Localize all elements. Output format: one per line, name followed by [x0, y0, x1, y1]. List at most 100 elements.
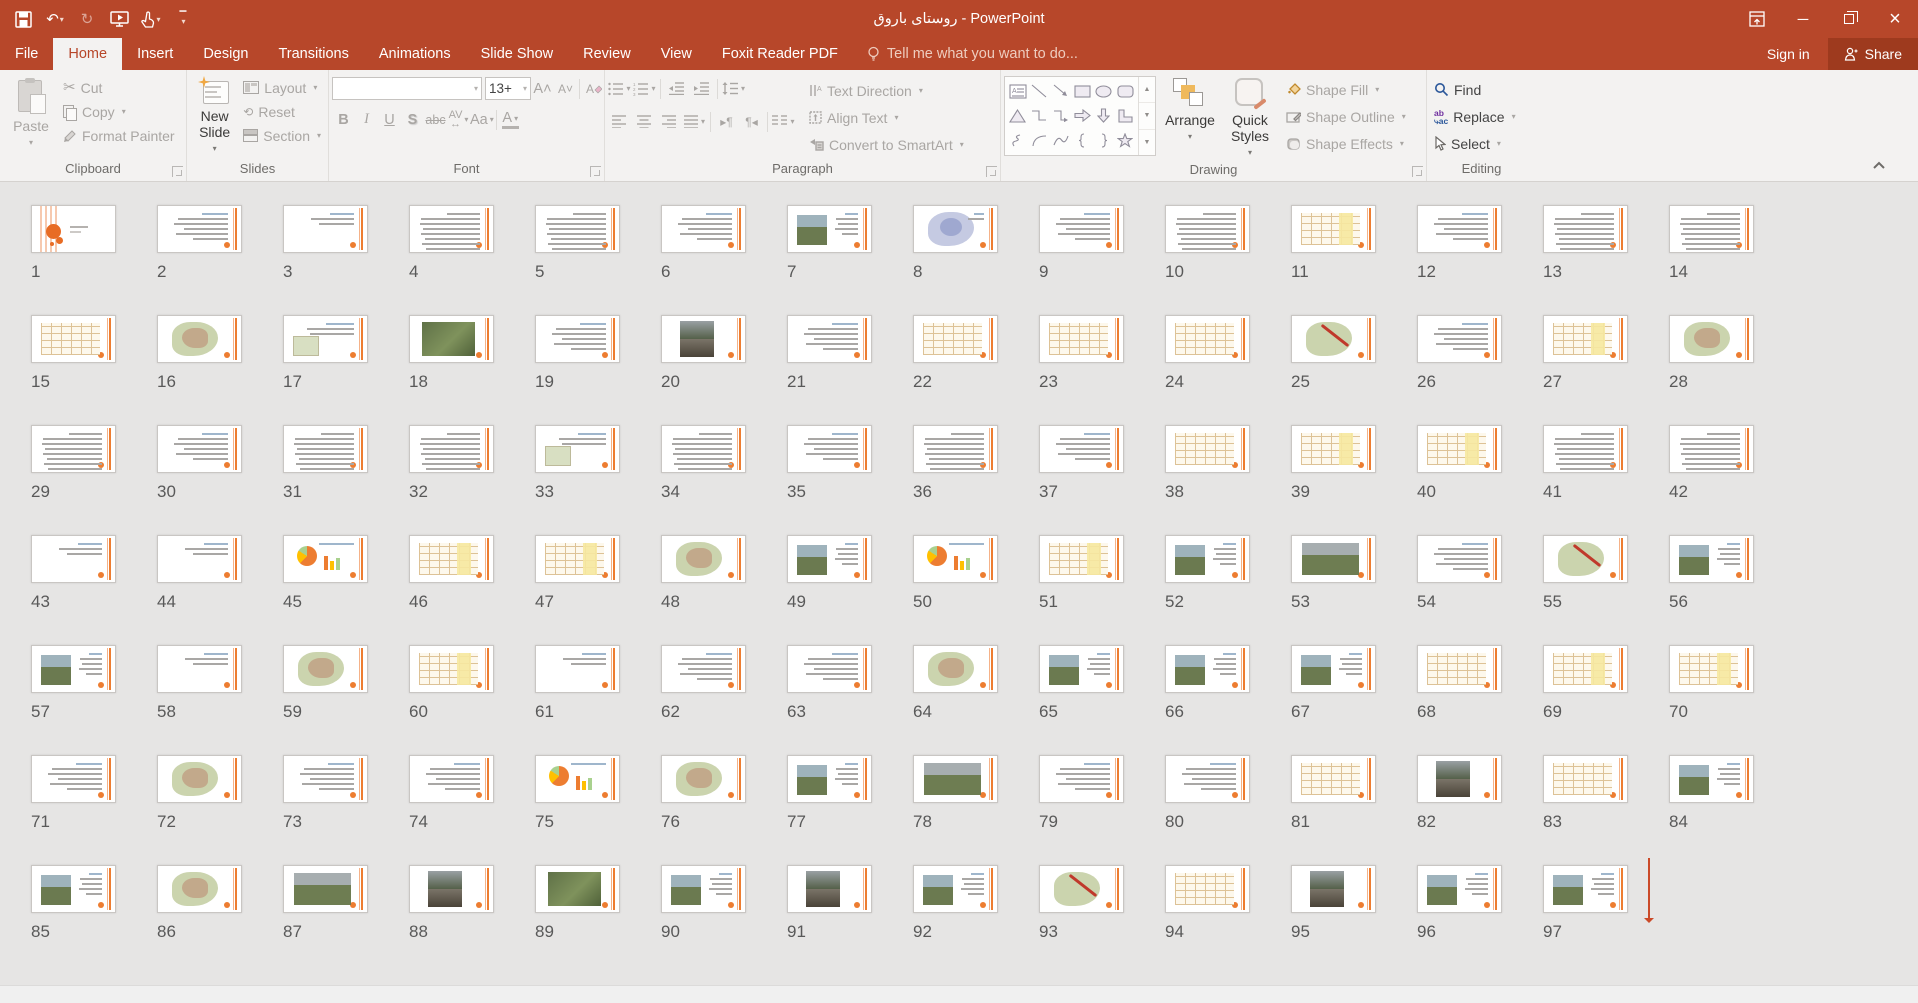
line-shape[interactable] — [1029, 82, 1049, 100]
slide-thumbnail-8[interactable] — [913, 205, 998, 253]
new-slide-button[interactable]: New Slide ▾ — [190, 74, 239, 160]
slide-thumbnail-52[interactable] — [1165, 535, 1250, 583]
slide-thumbnail-69[interactable] — [1543, 645, 1628, 693]
slide-thumbnail-65[interactable] — [1039, 645, 1124, 693]
bullets-button[interactable]: ▾ — [608, 77, 631, 100]
cut-button[interactable]: ✂Cut — [59, 76, 179, 99]
slide-thumbnail-4[interactable] — [409, 205, 494, 253]
slide-thumbnail-5[interactable] — [535, 205, 620, 253]
redo-button[interactable]: ↻ — [72, 4, 102, 34]
increase-indent-button[interactable] — [690, 77, 713, 100]
shape-effects-button[interactable]: Shape Effects▾ — [1282, 132, 1410, 155]
numbering-button[interactable]: 123▾ — [633, 77, 656, 100]
slide-thumbnail-42[interactable] — [1669, 425, 1754, 473]
slide-thumbnail-61[interactable] — [535, 645, 620, 693]
tell-me-box[interactable]: Tell me what you want to do... — [867, 38, 1078, 70]
slide-thumbnail-3[interactable] — [283, 205, 368, 253]
slide-thumbnail-64[interactable] — [913, 645, 998, 693]
shapes-scroll-down-button[interactable]: ▼ — [1139, 103, 1155, 129]
slide-thumbnail-72[interactable] — [157, 755, 242, 803]
slide-thumbnail-34[interactable] — [661, 425, 746, 473]
tab-review[interactable]: Review — [568, 38, 646, 70]
paragraph-dialog-launcher[interactable] — [986, 166, 997, 177]
share-button[interactable]: Share — [1828, 38, 1918, 70]
slide-thumbnail-44[interactable] — [157, 535, 242, 583]
slide-thumbnail-32[interactable] — [409, 425, 494, 473]
left-to-right-direction-button[interactable]: ▸¶ — [715, 110, 738, 133]
slide-thumbnail-80[interactable] — [1165, 755, 1250, 803]
minimize-button[interactable]: ─ — [1780, 0, 1826, 38]
slide-thumbnail-53[interactable] — [1291, 535, 1376, 583]
reset-button[interactable]: ⟲Reset — [239, 100, 325, 123]
slide-thumbnail-91[interactable] — [787, 865, 872, 913]
elbow-connector-shape[interactable] — [1029, 107, 1049, 125]
slide-thumbnail-35[interactable] — [787, 425, 872, 473]
slide-thumbnail-33[interactable] — [535, 425, 620, 473]
elbow-arrow-connector-shape[interactable] — [1051, 107, 1071, 125]
oval-shape[interactable] — [1094, 82, 1114, 100]
columns-button[interactable]: ▾ — [772, 110, 795, 133]
strikethrough-button[interactable]: abc — [424, 108, 447, 131]
slide-thumbnail-95[interactable] — [1291, 865, 1376, 913]
slide-thumbnail-74[interactable] — [409, 755, 494, 803]
clear-formatting-button[interactable]: A — [582, 77, 605, 100]
italic-button[interactable]: I — [355, 108, 378, 131]
tab-insert[interactable]: Insert — [122, 38, 188, 70]
undo-dropdown-icon[interactable]: ▾ — [60, 15, 64, 24]
character-spacing-button[interactable]: AV↔▾ — [447, 108, 470, 131]
tab-home[interactable]: Home — [53, 38, 122, 70]
collapse-ribbon-button[interactable] — [1872, 157, 1886, 175]
slide-thumbnail-78[interactable] — [913, 755, 998, 803]
replace-button[interactable]: ab⤷ac Replace▾ — [1430, 105, 1520, 128]
restore-button[interactable] — [1826, 0, 1872, 38]
slide-thumbnail-85[interactable] — [31, 865, 116, 913]
format-painter-button[interactable]: Format Painter — [59, 124, 179, 147]
touch-mouse-mode-button[interactable]: ▾ — [136, 4, 166, 34]
align-center-button[interactable] — [633, 110, 656, 133]
slide-thumbnail-6[interactable] — [661, 205, 746, 253]
slide-thumbnail-9[interactable] — [1039, 205, 1124, 253]
text-box-shape[interactable]: A — [1008, 82, 1028, 100]
slide-thumbnail-45[interactable] — [283, 535, 368, 583]
convert-to-smartart-button[interactable]: Convert to SmartArt▾ — [805, 133, 968, 156]
line-spacing-button[interactable]: ▾ — [722, 77, 745, 100]
section-button[interactable]: Section▾ — [239, 124, 325, 147]
arrange-button[interactable]: Arrange ▾ — [1162, 74, 1218, 160]
slide-thumbnail-24[interactable] — [1165, 315, 1250, 363]
down-arrow-shape[interactable] — [1094, 107, 1114, 125]
align-left-button[interactable] — [608, 110, 631, 133]
slide-thumbnail-48[interactable] — [661, 535, 746, 583]
slide-thumbnail-88[interactable] — [409, 865, 494, 913]
arrow-shape[interactable] — [1051, 82, 1071, 100]
slide-thumbnail-2[interactable] — [157, 205, 242, 253]
decrease-indent-button[interactable] — [665, 77, 688, 100]
copy-button[interactable]: Copy▾ — [59, 100, 179, 123]
touch-mode-dropdown-icon[interactable]: ▾ — [156, 15, 160, 24]
slide-thumbnail-19[interactable] — [535, 315, 620, 363]
clipboard-dialog-launcher[interactable] — [172, 166, 183, 177]
align-text-button[interactable]: Align Text▾ — [805, 106, 968, 129]
slide-thumbnail-22[interactable] — [913, 315, 998, 363]
slide-thumbnail-40[interactable] — [1417, 425, 1502, 473]
rounded-rectangle-shape[interactable] — [1115, 82, 1135, 100]
change-case-button[interactable]: Aa▾ — [470, 108, 494, 131]
tab-foxit-reader-pdf[interactable]: Foxit Reader PDF — [707, 38, 853, 70]
slide-thumbnail-87[interactable] — [283, 865, 368, 913]
bold-button[interactable]: B — [332, 108, 355, 131]
slide-thumbnail-96[interactable] — [1417, 865, 1502, 913]
layout-button[interactable]: Layout▾ — [239, 76, 325, 99]
slide-thumbnail-46[interactable] — [409, 535, 494, 583]
slide-thumbnail-17[interactable] — [283, 315, 368, 363]
slide-thumbnail-62[interactable] — [661, 645, 746, 693]
undo-button[interactable]: ↶▾ — [40, 4, 70, 34]
select-button[interactable]: Select▾ — [1430, 132, 1520, 155]
ribbon-display-options-button[interactable] — [1734, 0, 1780, 38]
l-shape[interactable] — [1115, 107, 1135, 125]
slide-thumbnail-90[interactable] — [661, 865, 746, 913]
underline-button[interactable]: U — [378, 108, 401, 131]
slide-thumbnail-89[interactable] — [535, 865, 620, 913]
align-right-button[interactable] — [658, 110, 681, 133]
increase-font-size-button[interactable]: A˄ — [531, 77, 554, 100]
slide-thumbnail-55[interactable] — [1543, 535, 1628, 583]
font-dialog-launcher[interactable] — [590, 166, 601, 177]
